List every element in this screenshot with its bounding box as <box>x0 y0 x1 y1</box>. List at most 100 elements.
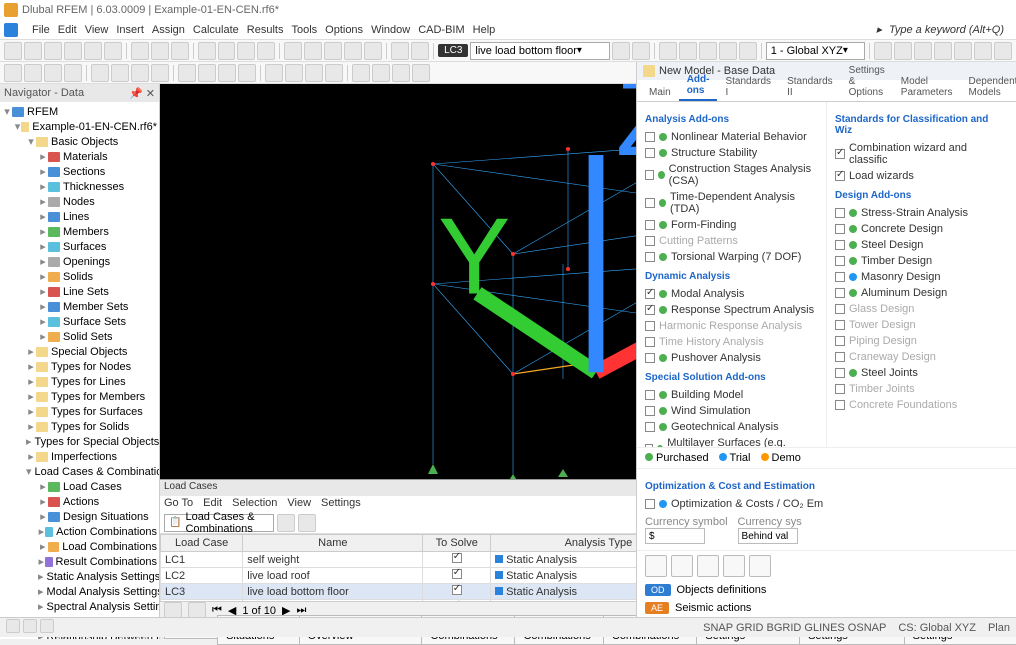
tb-prev2[interactable] <box>298 514 316 532</box>
addon-check[interactable] <box>835 208 845 218</box>
tb-redo[interactable] <box>104 42 122 60</box>
addon-item[interactable]: Cutting Patterns <box>645 233 818 249</box>
addon-check[interactable] <box>835 272 845 282</box>
col-header[interactable]: Name <box>243 535 423 552</box>
addon-item[interactable]: Combination wizard and classific <box>835 140 1008 168</box>
tree-item[interactable]: ▸Actions <box>0 494 159 509</box>
tb-l[interactable] <box>364 42 382 60</box>
addon-item[interactable]: Load wizards <box>835 168 1008 184</box>
tree-item[interactable]: ▸Types for Nodes <box>0 359 159 374</box>
tb-f[interactable] <box>237 42 255 60</box>
sb-btn-a[interactable] <box>6 619 20 633</box>
tree-item[interactable]: ▸Thicknesses <box>0 179 159 194</box>
bp-menu-settings[interactable]: Settings <box>321 497 361 511</box>
addon-item[interactable]: Time History Analysis <box>645 334 818 350</box>
addon-check[interactable] <box>645 337 655 347</box>
sb-btn-c[interactable] <box>40 619 54 633</box>
tb-s[interactable] <box>739 42 757 60</box>
bp-menu-view[interactable]: View <box>287 497 311 511</box>
addon-check[interactable] <box>835 336 845 346</box>
col-header[interactable]: To Solve <box>423 535 491 552</box>
addon-item[interactable]: Glass Design <box>835 301 1008 317</box>
addon-check[interactable] <box>645 321 655 331</box>
tree-item[interactable]: ▸Spectral Analysis Settings <box>0 599 159 614</box>
tb-v[interactable] <box>914 42 932 60</box>
addon-item[interactable]: Concrete Design <box>835 221 1008 237</box>
opt-check[interactable] <box>645 499 655 509</box>
addon-item[interactable]: Masonry Design <box>835 269 1008 285</box>
addon-check[interactable] <box>645 252 655 262</box>
tb-open[interactable] <box>24 42 42 60</box>
tb-b[interactable] <box>151 42 169 60</box>
rp-tab-add-ons[interactable]: Add-ons <box>679 71 718 101</box>
tb-first[interactable] <box>277 514 295 532</box>
addon-check[interactable] <box>645 390 655 400</box>
addon-item[interactable]: Building Model <box>645 387 818 403</box>
addon-item[interactable]: Craneway Design <box>835 349 1008 365</box>
addon-item[interactable]: Construction Stages Analysis (CSA) <box>645 161 818 189</box>
addon-check[interactable] <box>835 320 845 330</box>
tree-item[interactable]: ▸Imperfections <box>0 449 159 464</box>
tree-item[interactable]: ▸Members <box>0 224 159 239</box>
addon-check[interactable] <box>835 384 845 394</box>
solve-check[interactable] <box>452 569 462 579</box>
addon-check[interactable] <box>835 256 845 266</box>
pin-icon[interactable]: 📌 ✕ <box>129 87 155 100</box>
col-header[interactable]: Load Case <box>161 535 243 552</box>
tb-p[interactable] <box>679 42 697 60</box>
lc-badge[interactable]: LC3 <box>438 44 468 57</box>
addon-item[interactable]: Geotechnical Analysis <box>645 419 818 435</box>
table-category-dropdown[interactable]: 📋 Load Cases & Combinations <box>164 514 274 532</box>
bp-menu-edit[interactable]: Edit <box>203 497 222 511</box>
addon-check[interactable] <box>645 422 655 432</box>
tree-item[interactable]: ▸Lines <box>0 209 159 224</box>
tree-item[interactable]: ▸Types for Members <box>0 389 159 404</box>
tree-item[interactable]: ▸Solid Sets <box>0 329 159 344</box>
tree-item[interactable]: ▸Result Combinations <box>0 554 159 569</box>
tree-item[interactable]: ▸Modal Analysis Settings <box>0 584 159 599</box>
tb-prev[interactable] <box>612 42 630 60</box>
tree-item[interactable]: ▸Types for Lines <box>0 374 159 389</box>
tree-item[interactable]: ▸Types for Solids <box>0 419 159 434</box>
tree-item[interactable]: ▾Load Cases & Combinations <box>0 464 159 479</box>
tb-g[interactable] <box>257 42 275 60</box>
bp-menu-selection[interactable]: Selection <box>232 497 277 511</box>
tb2-e[interactable] <box>91 64 109 82</box>
sb-btn-b[interactable] <box>23 619 37 633</box>
tb2-o[interactable] <box>305 64 323 82</box>
coord-dropdown[interactable]: 1 - Global XYZ ▾ <box>766 42 866 60</box>
tb2-m[interactable] <box>265 64 283 82</box>
currency-system-input[interactable] <box>738 528 798 544</box>
addon-check[interactable] <box>645 170 654 180</box>
tb2-i[interactable] <box>178 64 196 82</box>
solve-check[interactable] <box>452 553 462 563</box>
btn-a[interactable] <box>645 555 667 577</box>
addon-item[interactable]: Tower Design <box>835 317 1008 333</box>
tb2-p[interactable] <box>325 64 343 82</box>
tb2-n[interactable] <box>285 64 303 82</box>
tree-item[interactable]: ▸Special Objects <box>0 344 159 359</box>
addon-item[interactable]: Form-Finding <box>645 217 818 233</box>
menu-edit[interactable]: Edit <box>54 22 81 38</box>
addon-item[interactable]: Structure Stability <box>645 145 818 161</box>
addon-check[interactable] <box>835 240 845 250</box>
rp-tab-standards-ii[interactable]: Standards II <box>779 73 841 101</box>
addon-item[interactable]: Modal Analysis <box>645 286 818 302</box>
tb-h[interactable] <box>284 42 302 60</box>
menu-file[interactable]: File <box>28 22 54 38</box>
tb2-q[interactable] <box>352 64 370 82</box>
tb-a[interactable] <box>131 42 149 60</box>
addon-item[interactable]: Multilayer Surfaces (e.g. Laminate, CLT) <box>645 435 818 447</box>
tb2-b[interactable] <box>24 64 42 82</box>
tb-z[interactable] <box>994 42 1012 60</box>
addon-item[interactable]: Nonlinear Material Behavior <box>645 129 818 145</box>
addon-item[interactable]: Time-Dependent Analysis (TDA) <box>645 189 818 217</box>
tb-j[interactable] <box>324 42 342 60</box>
rp-tab-settings-options[interactable]: Settings & Options <box>841 62 893 101</box>
tb2-s[interactable] <box>392 64 410 82</box>
addon-item[interactable]: Timber Design <box>835 253 1008 269</box>
tree-item[interactable]: ▸Static Analysis Settings <box>0 569 159 584</box>
tb2-f[interactable] <box>111 64 129 82</box>
tb2-t[interactable] <box>412 64 430 82</box>
menu-help[interactable]: Help <box>469 22 500 38</box>
